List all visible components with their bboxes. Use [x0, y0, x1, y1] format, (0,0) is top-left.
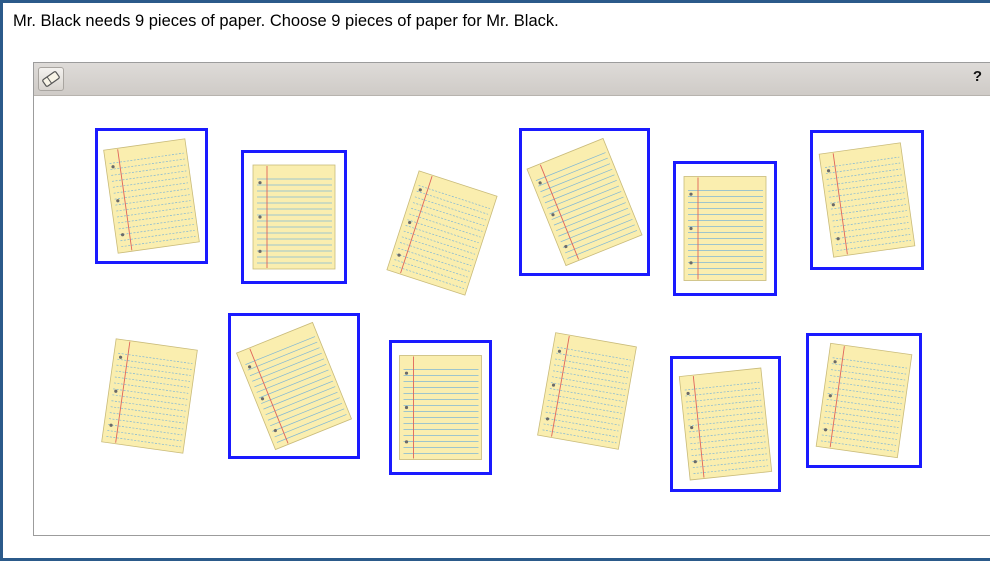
- paper-item[interactable]: [389, 340, 492, 475]
- notebook-paper-icon: [678, 367, 773, 481]
- notebook-paper-icon: [537, 332, 637, 450]
- paper-item[interactable]: [228, 313, 360, 459]
- paper-item[interactable]: [92, 331, 207, 461]
- help-button[interactable]: ?: [973, 68, 982, 85]
- paper-item[interactable]: [532, 326, 642, 456]
- paper-item[interactable]: [806, 333, 922, 468]
- notebook-paper-icon: [386, 170, 498, 296]
- paper-item[interactable]: [673, 161, 777, 296]
- paper-item[interactable]: [379, 158, 505, 308]
- notebook-paper-icon: [101, 338, 198, 454]
- paper-item[interactable]: [95, 128, 208, 264]
- notebook-paper-icon: [252, 164, 336, 270]
- notebook-paper-icon: [235, 321, 353, 451]
- activity-frame: Mr. Black needs 9 pieces of paper. Choos…: [0, 0, 990, 561]
- paper-item[interactable]: [670, 356, 781, 492]
- eraser-icon: [42, 71, 60, 87]
- toolbar: ?: [34, 63, 990, 96]
- paper-item[interactable]: [810, 130, 924, 270]
- notebook-paper-icon: [818, 142, 916, 258]
- eraser-button[interactable]: [38, 67, 64, 91]
- paper-item[interactable]: [241, 150, 347, 284]
- paper-workspace: ?: [33, 62, 990, 536]
- notebook-paper-icon: [683, 176, 767, 281]
- notebook-paper-icon: [526, 137, 643, 267]
- notebook-paper-icon: [103, 138, 200, 254]
- paper-item[interactable]: [519, 128, 650, 276]
- question-text: Mr. Black needs 9 pieces of paper. Choos…: [13, 12, 559, 30]
- notebook-paper-icon: [815, 342, 913, 459]
- notebook-paper-icon: [399, 355, 482, 460]
